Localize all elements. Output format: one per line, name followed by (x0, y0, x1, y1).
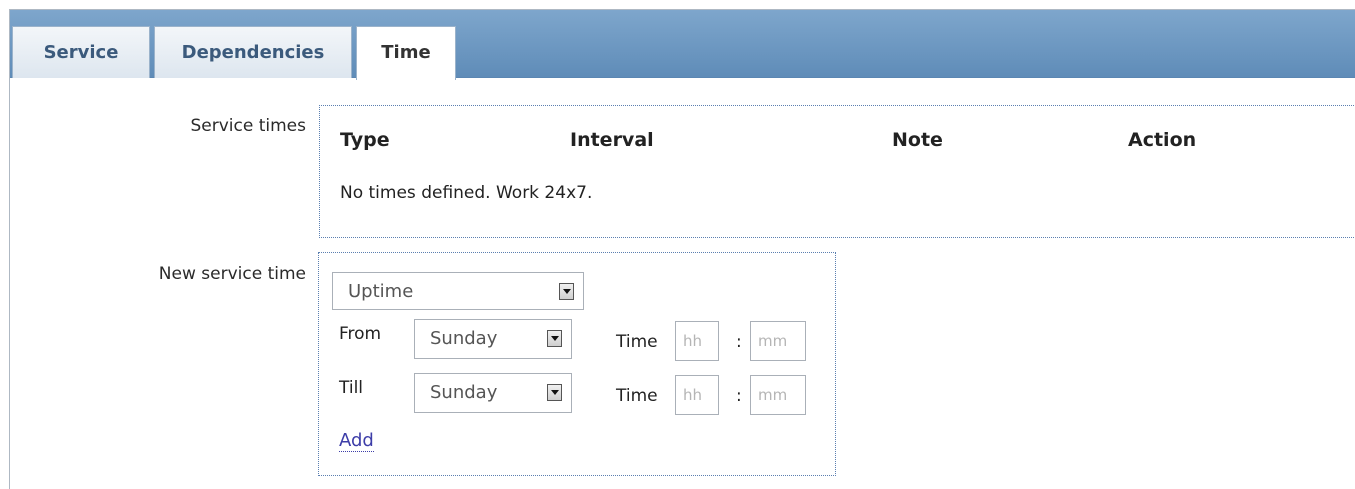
chevron-down-icon (547, 384, 562, 401)
from-hours-input[interactable] (675, 321, 719, 361)
till-time-label: Time (616, 386, 658, 406)
till-hours-input[interactable] (675, 375, 719, 415)
column-header-action: Action (1128, 129, 1197, 151)
tab-dependencies[interactable]: Dependencies (154, 26, 352, 78)
chevron-down-icon (559, 283, 574, 300)
column-header-interval: Interval (570, 129, 654, 151)
service-times-table: Type Interval Note Action No times defin… (319, 105, 1355, 238)
add-service-time-link[interactable]: Add (339, 430, 374, 452)
column-header-note: Note (892, 129, 943, 151)
chevron-down-icon (547, 330, 562, 347)
from-time-separator: : (736, 332, 742, 352)
new-service-time-box: Uptime From Sunday Time : Till Sunday Ti… (318, 252, 836, 476)
service-time-type-select[interactable]: Uptime (332, 272, 584, 310)
tab-service[interactable]: Service (12, 26, 150, 78)
service-times-label: Service times (190, 116, 307, 136)
service-time-type-value: Uptime (348, 281, 414, 302)
from-label: From (339, 324, 382, 344)
till-minutes-input[interactable] (750, 375, 806, 415)
from-time-label: Time (616, 332, 658, 352)
tab-bar: Service Dependencies Time (10, 10, 1355, 80)
till-day-value: Sunday (430, 382, 498, 403)
service-form-frame: Service Dependencies Time Service times … (9, 9, 1355, 489)
from-day-value: Sunday (430, 328, 498, 349)
from-minutes-input[interactable] (750, 321, 806, 361)
tab-time[interactable]: Time (356, 26, 456, 80)
column-header-type: Type (340, 129, 390, 151)
till-time-separator: : (736, 386, 742, 406)
from-day-select[interactable]: Sunday (414, 319, 572, 359)
till-day-select[interactable]: Sunday (414, 373, 572, 413)
new-service-time-label: New service time (158, 264, 306, 284)
till-label: Till (339, 378, 364, 398)
empty-times-message: No times defined. Work 24x7. (340, 183, 593, 203)
